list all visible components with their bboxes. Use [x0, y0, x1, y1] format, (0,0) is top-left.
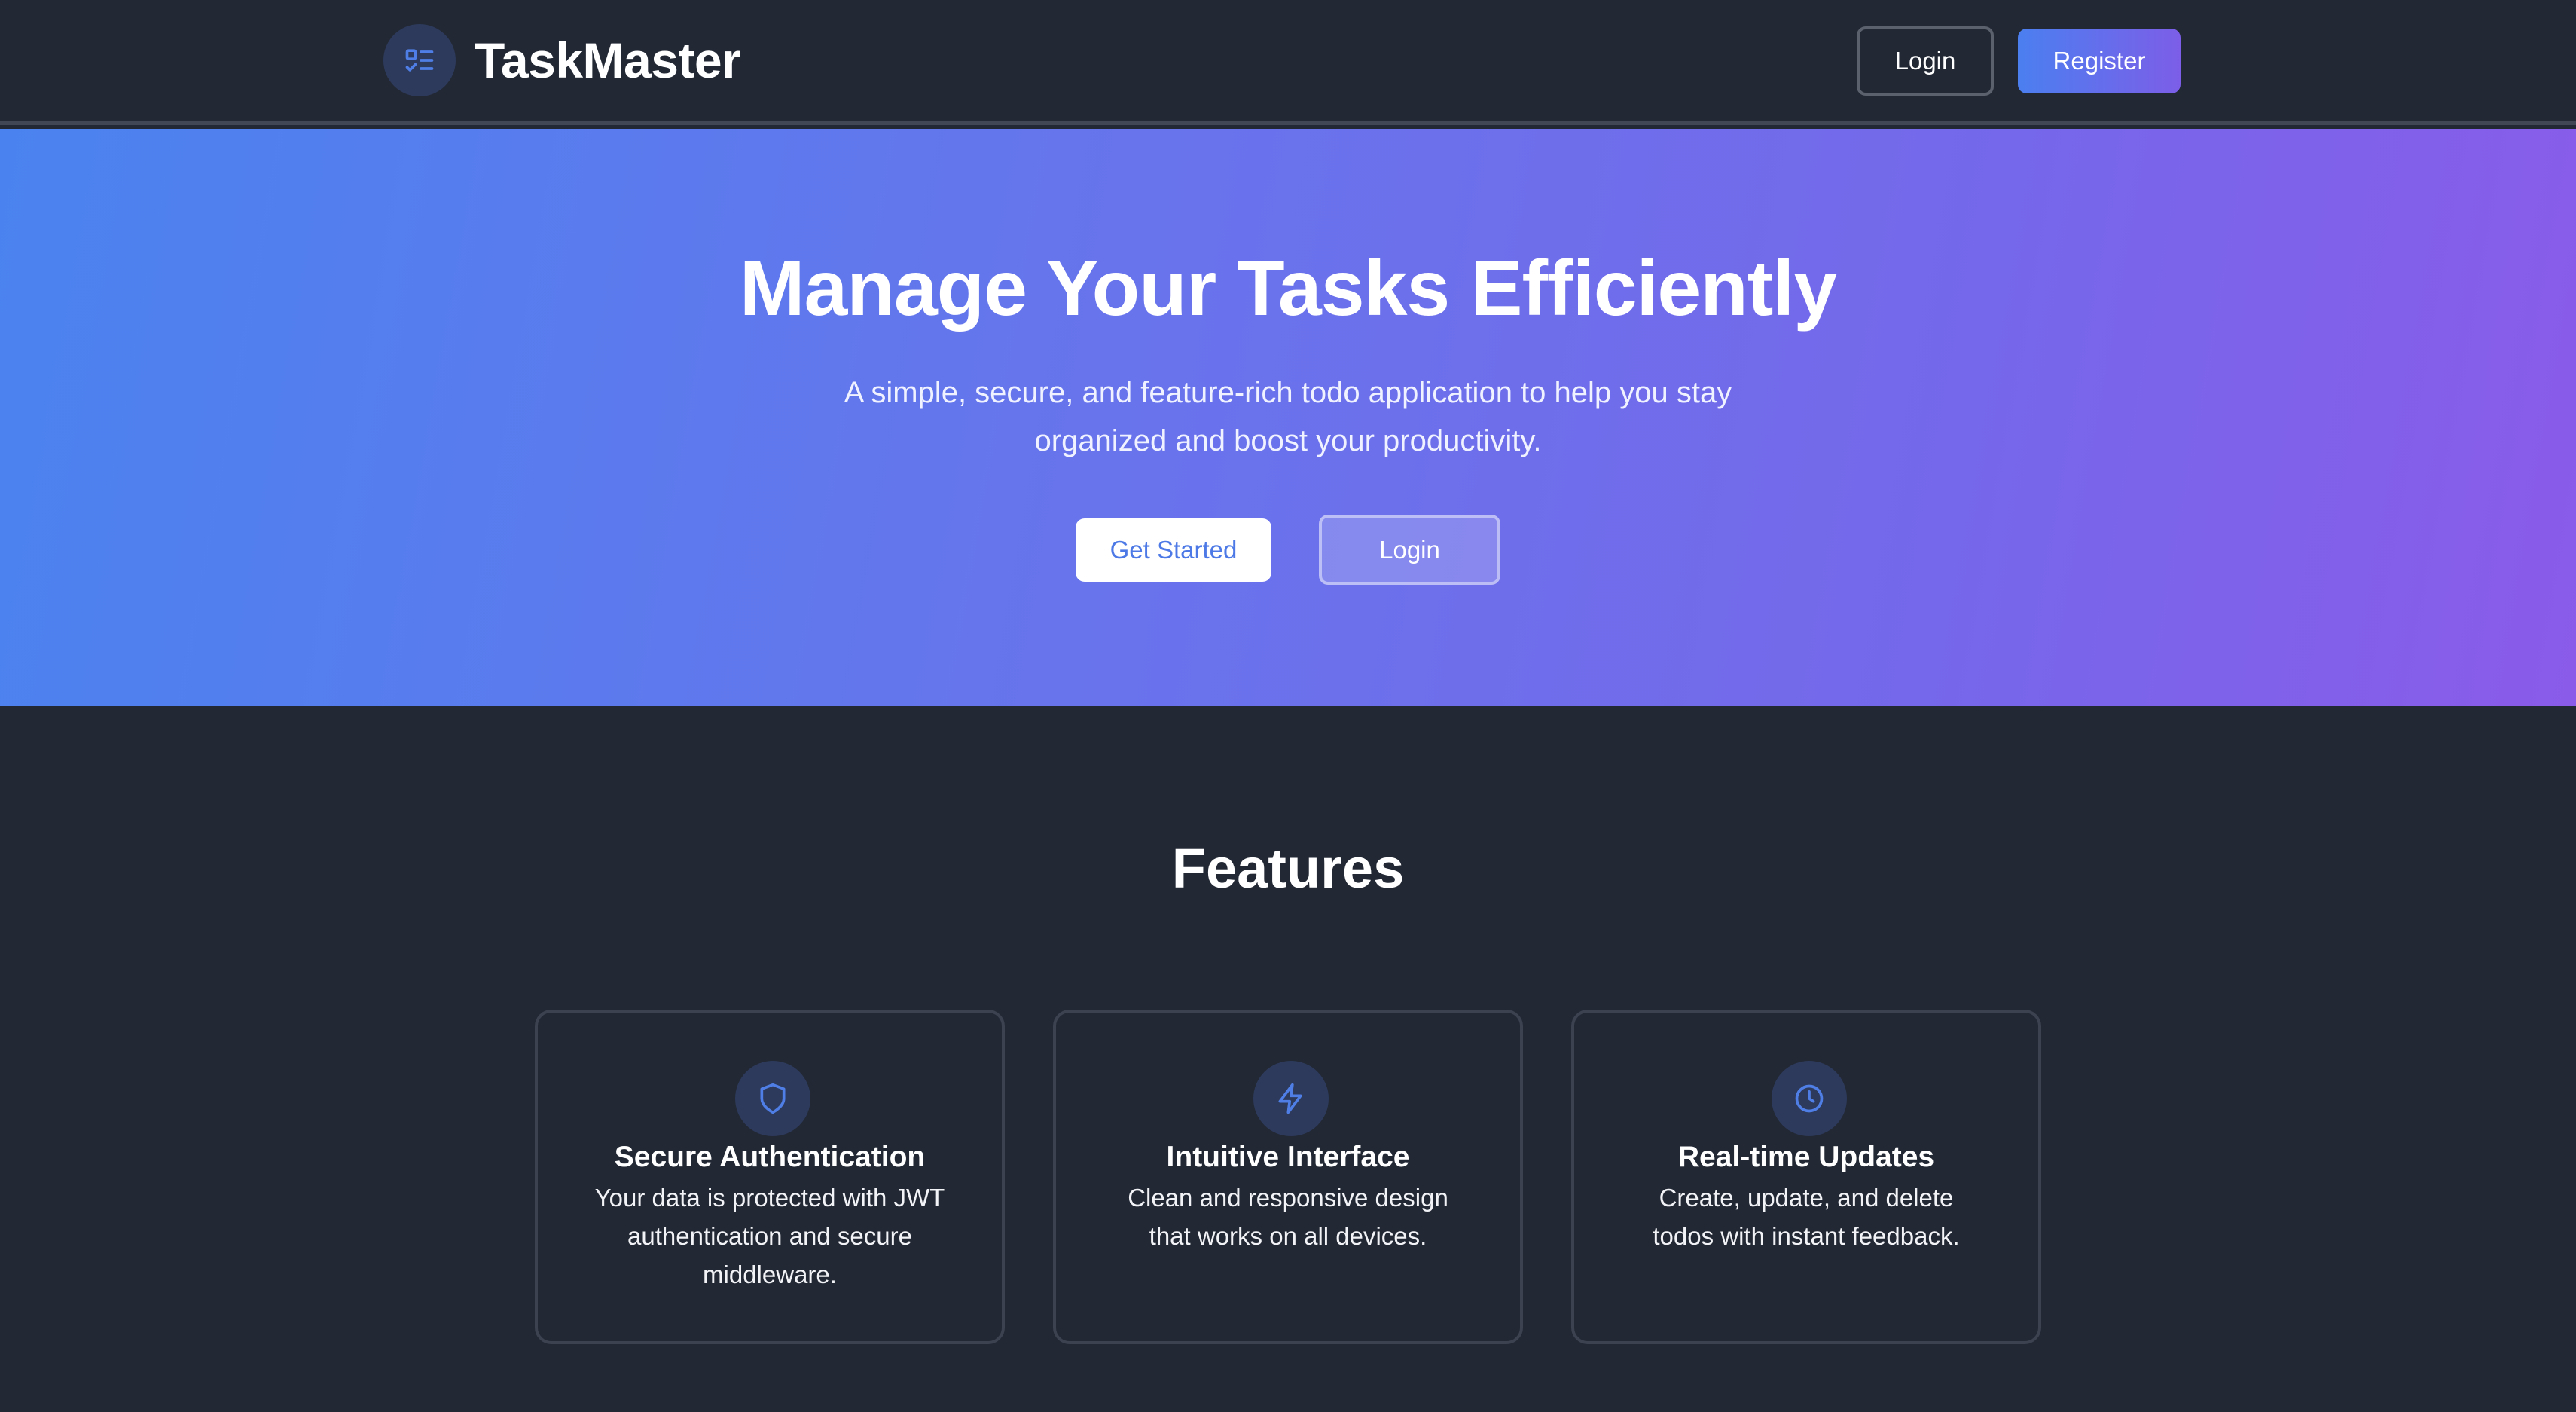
clock-icon: [1772, 1061, 1847, 1136]
feature-card-intuitive-interface: Intuitive Interface Clean and responsive…: [1053, 1010, 1523, 1344]
feature-card-title: Real-time Updates: [1677, 1141, 1935, 1173]
header-register-button[interactable]: Register: [2018, 29, 2181, 93]
feature-card-title: Intuitive Interface: [1166, 1141, 1410, 1173]
feature-card-real-time-updates: Real-time Updates Create, update, and de…: [1571, 1010, 2041, 1344]
hero-subtitle: A simple, secure, and feature-rich todo …: [844, 376, 1732, 457]
hero-section: Manage Your Tasks Efficiently A simple, …: [0, 129, 2576, 706]
checklist-icon[interactable]: [383, 24, 456, 96]
shield-icon: [735, 1061, 810, 1136]
hero-login-button[interactable]: Login: [1319, 515, 1500, 585]
feature-card-secure-authentication: Secure Authentication Your data is prote…: [535, 1010, 1005, 1344]
feature-card-description: Clean and responsive design that works o…: [1128, 1184, 1448, 1250]
top-navbar: TaskMaster Login Register: [0, 0, 2576, 125]
feature-card-description: Create, update, and delete todos with in…: [1653, 1184, 1960, 1250]
lightning-icon: [1253, 1061, 1329, 1136]
get-started-button[interactable]: Get Started: [1076, 518, 1271, 582]
header-login-button[interactable]: Login: [1857, 26, 1994, 96]
feature-card-title: Secure Authentication: [614, 1141, 926, 1173]
feature-card-description: Your data is protected with JWT authenti…: [594, 1184, 945, 1288]
features-heading: Features: [1171, 837, 1405, 900]
brand-title[interactable]: TaskMaster: [475, 29, 741, 92]
hero-title: Manage Your Tasks Efficiently: [739, 245, 1837, 332]
